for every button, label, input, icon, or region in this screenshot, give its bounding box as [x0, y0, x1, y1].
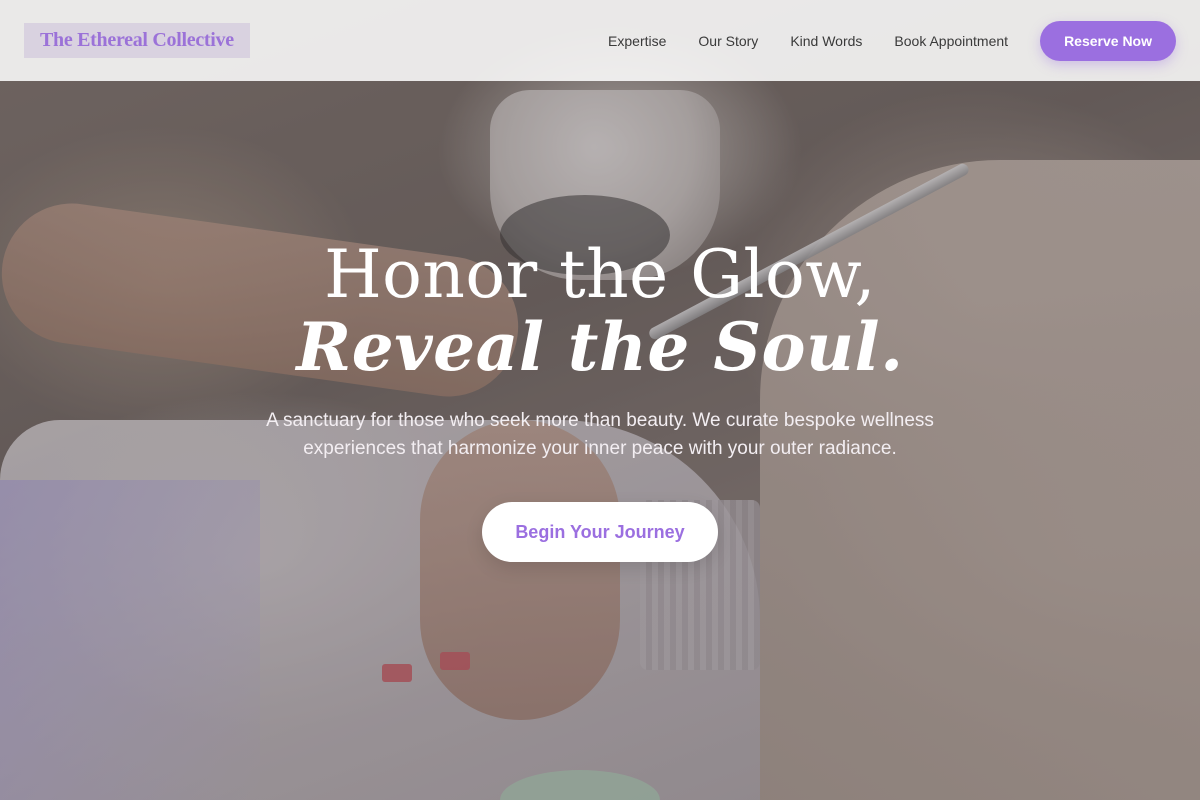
main-nav: Expertise Our Story Kind Words Book Appo…	[608, 20, 1176, 61]
nav-link-expertise[interactable]: Expertise	[608, 33, 666, 49]
hero-subtitle: A sanctuary for those who seek more than…	[266, 410, 934, 459]
nav-link-kind-words[interactable]: Kind Words	[790, 33, 862, 49]
hero-headline-line1: Honor the Glow,	[324, 236, 876, 313]
begin-journey-button[interactable]: Begin Your Journey	[482, 502, 718, 562]
brand-logo[interactable]: The Ethereal Collective	[24, 23, 250, 58]
hero-headline: Honor the Glow, Reveal the Soul.	[0, 236, 1200, 386]
nav-link-our-story[interactable]: Our Story	[698, 33, 758, 49]
site-header: The Ethereal Collective Expertise Our St…	[0, 0, 1200, 81]
hero-section: Honor the Glow, Reveal the Soul. A sanct…	[0, 81, 1200, 800]
nav-link-book-appointment[interactable]: Book Appointment	[894, 33, 1008, 49]
hero-headline-line2: Reveal the Soul.	[296, 308, 904, 386]
reserve-now-button[interactable]: Reserve Now	[1040, 20, 1176, 61]
